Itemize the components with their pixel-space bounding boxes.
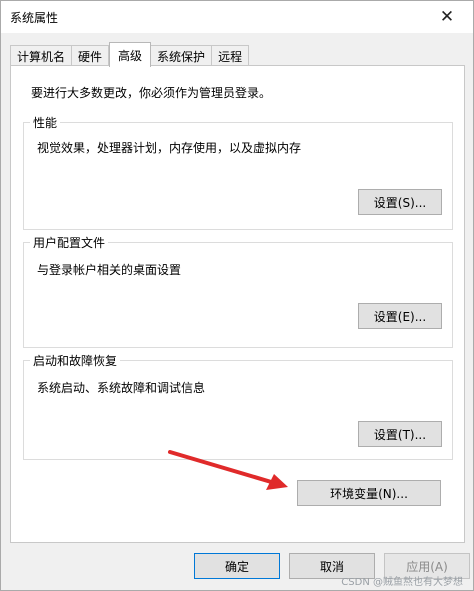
admin-notice: 要进行大多数更改，你必须作为管理员登录。 xyxy=(31,86,272,100)
performance-group: 性能 视觉效果，处理器计划，内存使用，以及虚拟内存 设置(S)... xyxy=(23,114,453,230)
startup-recovery-group-title: 启动和故障恢复 xyxy=(30,352,121,369)
tab-strip: 计算机名 硬件 高级 系统保护 远程 xyxy=(10,42,250,67)
tab-label: 远程 xyxy=(218,49,243,64)
user-profiles-description: 与登录帐户相关的桌面设置 xyxy=(37,263,182,277)
tab-computer-name[interactable]: 计算机名 xyxy=(10,45,73,66)
tab-label: 硬件 xyxy=(78,49,103,64)
performance-description: 视觉效果，处理器计划，内存使用，以及虚拟内存 xyxy=(37,141,302,155)
startup-recovery-description: 系统启动、系统故障和调试信息 xyxy=(37,381,206,395)
tab-label: 计算机名 xyxy=(17,49,66,64)
tab-hardware[interactable]: 硬件 xyxy=(72,45,110,66)
tab-remote[interactable]: 远程 xyxy=(212,45,250,66)
tab-label: 高级 xyxy=(118,48,143,63)
user-profiles-settings-button[interactable]: 设置(E)... xyxy=(358,303,442,329)
performance-settings-button[interactable]: 设置(S)... xyxy=(358,189,442,215)
environment-variables-button[interactable]: 环境变量(N)... xyxy=(297,480,441,506)
user-profiles-group: 用户配置文件 与登录帐户相关的桌面设置 设置(E)... xyxy=(23,234,453,348)
tab-advanced[interactable]: 高级 xyxy=(109,42,152,67)
tab-system-protection[interactable]: 系统保护 xyxy=(151,45,213,66)
window-title: 系统属性 xyxy=(10,11,59,25)
red-arrow-annotation xyxy=(168,450,288,490)
system-properties-window: 系统属性 ✕ 计算机名 硬件 高级 系统保护 远程 要进行大多数更改，你必须作为… xyxy=(0,0,474,591)
tab-label: 系统保护 xyxy=(157,49,206,64)
close-icon: ✕ xyxy=(439,7,455,27)
user-profiles-group-title: 用户配置文件 xyxy=(30,234,109,251)
title-bar[interactable]: 系统属性 ✕ xyxy=(1,1,473,33)
watermark: CSDN @贼鱼熬也有大梦想 xyxy=(341,577,463,588)
performance-group-title: 性能 xyxy=(30,114,61,131)
ok-button[interactable]: 确定 xyxy=(194,553,280,579)
startup-recovery-group: 启动和故障恢复 系统启动、系统故障和调试信息 设置(T)... xyxy=(23,352,453,460)
startup-recovery-settings-button[interactable]: 设置(T)... xyxy=(358,421,442,447)
close-button[interactable]: ✕ xyxy=(427,3,467,31)
